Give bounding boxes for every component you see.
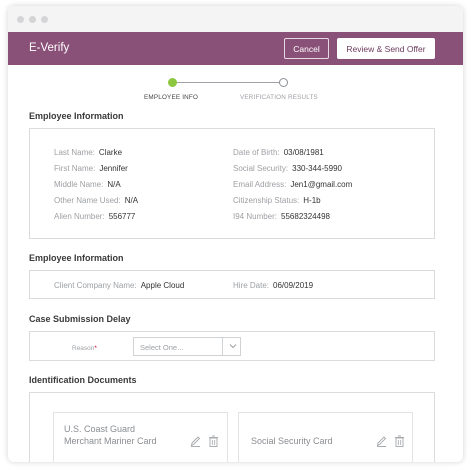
step-employee-info-label[interactable]: EMPLOYEE INFO: [144, 94, 198, 101]
review-send-offer-button[interactable]: Review & Send Offer: [337, 38, 435, 59]
employee-info-card: Last Name: Clarke First Name: Jennifer Mid…: [29, 128, 435, 239]
reason-label: Reason*: [72, 345, 97, 352]
trash-icon[interactable]: [394, 435, 405, 447]
employee-info-heading: Employee Information: [29, 111, 124, 121]
window-maximize-dot[interactable]: [41, 16, 48, 23]
progress-stepper: EMPLOYEE INFO VERIFICATION RESULTS: [8, 76, 463, 106]
required-marker: *: [94, 345, 97, 352]
step-verification-results-dot[interactable]: [279, 78, 288, 87]
edit-icon[interactable]: [376, 435, 387, 447]
alien-number-field: Alien Number: 556777: [54, 212, 136, 221]
select-divider: [222, 338, 223, 355]
reason-select[interactable]: Select One...: [133, 337, 241, 356]
step-verification-results-label[interactable]: VERIFICATION RESULTS: [240, 94, 318, 101]
middle-name-field: Middle Name: N/A: [54, 180, 121, 189]
document-name-line1: Social Security Card: [251, 436, 333, 446]
trash-icon[interactable]: [208, 435, 219, 447]
i94-number-field: I94 Number: 55682324498: [233, 212, 330, 221]
stepper-connector: [174, 82, 286, 83]
client-company-field: Client Company Name: Apple Cloud: [54, 281, 185, 290]
window-titlebar: [8, 6, 463, 32]
cancel-button[interactable]: Cancel: [284, 38, 329, 59]
window-minimize-dot[interactable]: [29, 16, 36, 23]
other-name-field: Other Name Used: N/A: [54, 196, 139, 205]
identification-docs-heading: Identification Documents: [29, 375, 137, 385]
chevron-down-icon[interactable]: [228, 341, 238, 351]
social-security-field: Social Security: 330-344-5990: [233, 164, 342, 173]
step-employee-info-dot[interactable]: [168, 78, 177, 87]
document-card-social-security[interactable]: Social Security Card: [238, 412, 413, 462]
last-name-field: Last Name: Clarke: [54, 148, 123, 157]
employment-info-heading: Employee Information: [29, 253, 124, 263]
citizenship-status-field: Citizenship Status: H-1b: [233, 196, 321, 205]
email-address-field: Email Address: Jen1@gmail.com: [233, 180, 353, 189]
app-title: E-Verify: [29, 42, 70, 54]
document-name-line2: Merchant Mariner Card: [64, 436, 157, 446]
first-name-field: First Name: Jennifer: [54, 164, 128, 173]
document-name-line1: U.S. Coast Guard: [64, 424, 136, 434]
document-card-coast-guard[interactable]: U.S. Coast Guard Merchant Mariner Card: [53, 412, 228, 462]
hire-date-field: Hire Date: 06/09/2019: [233, 281, 314, 290]
case-delay-heading: Case Submission Delay: [29, 314, 131, 324]
reason-select-value: Select One...: [140, 343, 184, 352]
identification-docs-card: U.S. Coast Guard Merchant Mariner Card S…: [29, 392, 435, 462]
date-of-birth-field: Date of Birth: 03/08/1981: [233, 148, 324, 157]
case-delay-card: Reason* Select One...: [29, 331, 435, 361]
edit-icon[interactable]: [190, 435, 201, 447]
app-window: E-Verify Cancel Review & Send Offer EMPL…: [8, 6, 463, 462]
app-header: E-Verify Cancel Review & Send Offer: [8, 32, 463, 65]
employment-info-card: Client Company Name: Apple Cloud Hire Dat…: [29, 270, 435, 299]
window-close-dot[interactable]: [17, 16, 24, 23]
